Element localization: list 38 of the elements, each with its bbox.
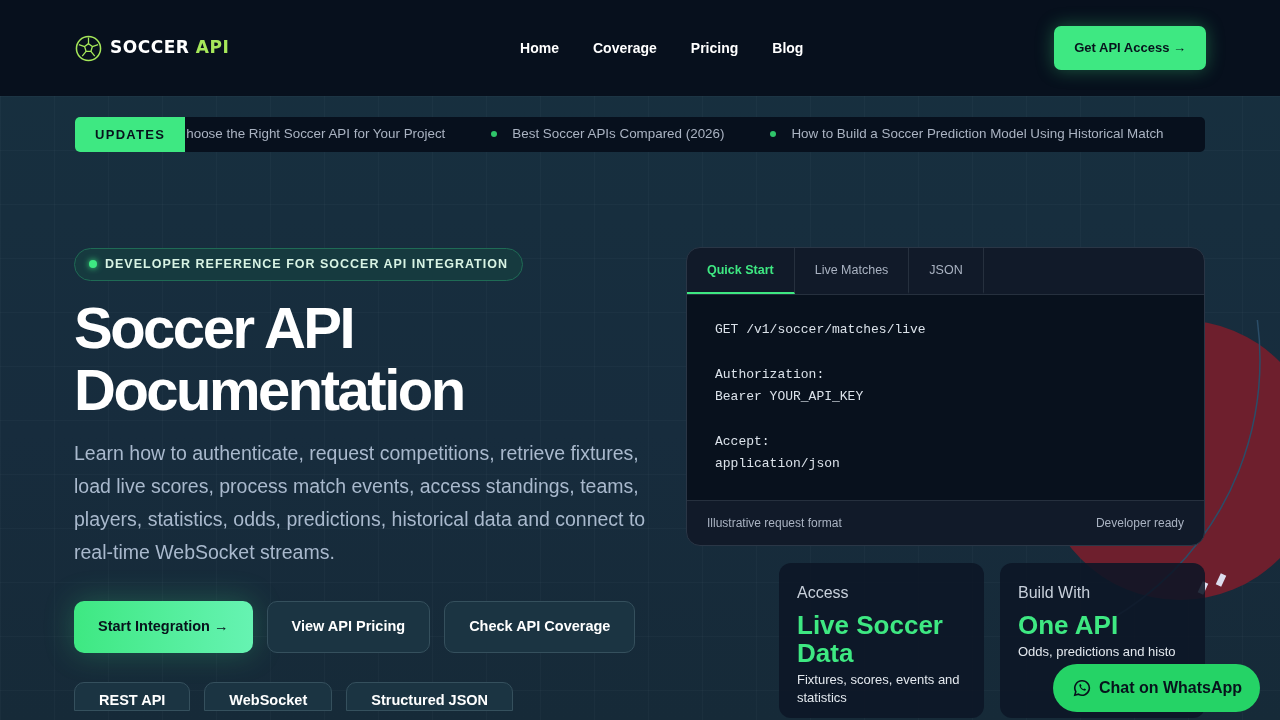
soccer-ball-icon[interactable] (75, 34, 102, 62)
whatsapp-button[interactable]: Chat on WhatsApp (1053, 664, 1261, 712)
feature-tag: WebSocket (204, 681, 333, 711)
card-headline: Live Soccer Data (797, 610, 944, 667)
footer-note: Illustrative request format (707, 514, 842, 532)
card-kicker: Access (797, 582, 850, 603)
start-integration-button[interactable]: Start Integration → (74, 600, 253, 653)
code-line: Accept: (715, 433, 771, 451)
card-headline: One API (1018, 610, 1120, 639)
code-line: Authorization: (715, 365, 826, 384)
chat-bubble-icon (1073, 679, 1091, 697)
nav-link[interactable]: Pricing (690, 37, 739, 59)
nav-link[interactable]: Coverage (593, 37, 657, 59)
code-line: GET /v1/soccer/matches/live (715, 321, 927, 339)
feature-tag: REST API (74, 681, 191, 711)
secondary-button[interactable]: Check API Coverage (444, 600, 636, 653)
feature-tag: Structured JSON (346, 681, 514, 711)
get-access-button[interactable]: Get API Access → (1054, 26, 1206, 70)
hero-title: Soccer API Documentation (74, 296, 465, 421)
ticker-link[interactable]: How to Build a Soccer Prediction Model Using Historical Match (791, 124, 1164, 145)
hero-description: Learn how to authenticate, request competitions, retrieve fixtures, load live scores, process match events, access standings, teams, players, statistics, odds, predictions, historical data and connect to real-time WebSocket streams. (74, 440, 647, 565)
nav-link[interactable]: Blog (772, 37, 804, 59)
status-note: Developer ready (1095, 514, 1184, 532)
hero-badge: DEVELOPER REFERENCE FOR SOCCER API INTEGRATION (74, 248, 523, 281)
logo-text[interactable]: SOCCER API (110, 35, 230, 61)
code-line: Bearer YOUR_API_KEY (715, 388, 865, 407)
bullet-dot (491, 131, 498, 138)
updates-label: UPDATES (75, 117, 186, 152)
code-line: application/json (715, 455, 841, 474)
card-kicker: Build With (1018, 582, 1092, 603)
card-text: Fixtures, scores, events and statistics (797, 670, 961, 707)
ticker-link[interactable]: Best Soccer APIs Compared (2026) (512, 124, 725, 145)
secondary-button[interactable]: View API Pricing (266, 600, 431, 653)
bullet-dot (770, 131, 777, 138)
status-dot (89, 260, 97, 269)
nav-link[interactable]: Home (520, 37, 559, 59)
card-text: Odds, predictions and histo (1018, 642, 1177, 661)
ticker-link[interactable]: hoose the Right Soccer API for Your Project (186, 124, 446, 145)
